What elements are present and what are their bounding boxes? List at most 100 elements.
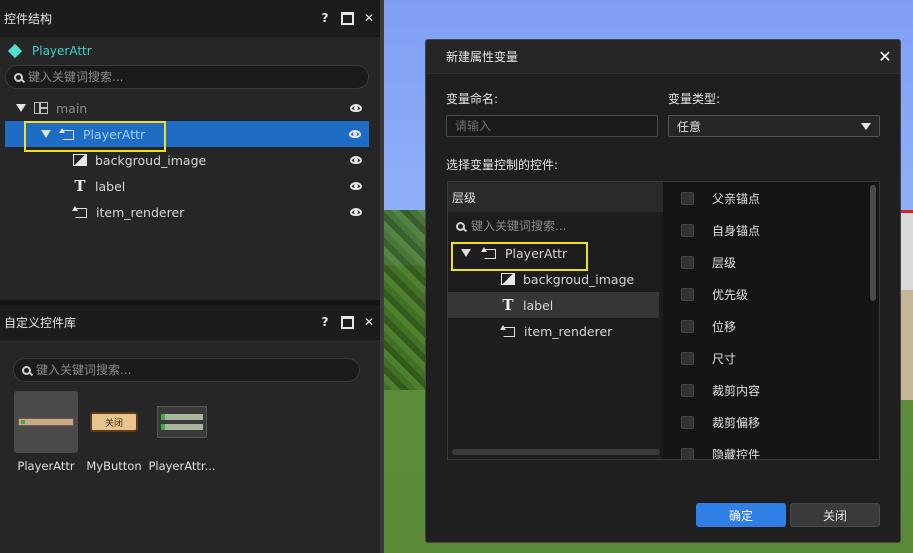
checkbox[interactable] [681,447,694,459]
checkbox[interactable] [681,287,694,301]
tree-row-label: item_renderer [96,204,185,220]
property-row[interactable]: 裁剪内容 [665,374,879,406]
expand-arrow-icon[interactable] [41,130,51,138]
expand-arrow-icon[interactable] [16,104,26,112]
library-item-label: PlayerAttr [17,459,75,473]
library-item-playerattr-list[interactable]: PlayerAttr... [148,391,216,473]
horizontal-scrollbar[interactable] [452,449,660,455]
confirm-button[interactable]: 确定 [696,503,786,527]
library-thumbnail [14,391,78,453]
visibility-eye-icon[interactable] [349,130,361,138]
image-icon [73,154,87,166]
list-thumbnail-icon [157,406,207,438]
picker-tree: PlayerAttr backgroud_image T label item_… [448,240,663,344]
checkbox[interactable] [681,191,694,205]
root-control-row[interactable]: PlayerAttr [0,37,380,65]
control-picker: 层级 PlayerAttr backgroud_image T label [447,181,880,460]
loop-icon [59,128,75,140]
checkbox[interactable] [681,383,694,397]
picker-row-label[interactable]: T label [448,292,659,318]
library-panel-header: 自定义控件库 ? ✕ [0,305,380,340]
library-search[interactable] [13,358,360,382]
variable-name-label: 变量命名: [446,92,499,106]
maximize-button[interactable] [336,311,358,333]
maximize-button[interactable] [336,7,358,29]
checkbox[interactable] [681,415,694,429]
library-item-mybutton[interactable]: 关闭 MyButton [82,391,146,473]
tree-row-label[interactable]: T label [0,173,380,199]
picker-row-playerattr[interactable]: PlayerAttr [448,240,663,266]
picker-row-backgroud-image[interactable]: backgroud_image [448,266,663,292]
property-label: 优先级 [712,287,749,302]
loop-icon [481,247,497,259]
text-icon: T [74,177,86,195]
property-row[interactable]: 尺寸 [665,342,879,374]
property-label: 隐藏控件 [712,447,761,460]
close-button[interactable]: ✕ [358,7,380,29]
expand-arrow-icon[interactable] [461,249,471,257]
hierarchy-search-input[interactable] [28,70,368,84]
checkbox[interactable] [681,319,694,333]
checkbox[interactable] [681,255,694,269]
library-item-label: MyButton [86,459,142,473]
close-button[interactable]: ✕ [358,311,380,333]
tree-row-main[interactable]: main [0,95,380,121]
picker-header: 层级 [448,182,663,212]
button-thumbnail: 关闭 [90,412,138,432]
visibility-eye-icon[interactable] [350,104,362,112]
loop-icon [500,325,516,337]
picker-row-label-text: label [523,297,554,313]
visibility-eye-icon[interactable] [350,182,362,190]
picker-row-item-renderer[interactable]: item_renderer [448,318,663,344]
tree-row-item-renderer[interactable]: item_renderer [0,199,380,225]
new-variable-dialog: 新建属性变量 ✕ 变量命名: 变量类型: 任意 选择变量控制的控件: 层级 Pl… [425,39,901,543]
fence-post [901,290,913,400]
variable-type-select[interactable]: 任意 [668,115,880,137]
help-button[interactable]: ? [314,311,336,333]
variable-name-field[interactable] [446,115,658,137]
root-control-name: PlayerAttr [32,44,92,58]
hierarchy-panel-header: 控件结构 ? ✕ [0,0,380,37]
picker-row-label: item_renderer [524,323,613,339]
tree-row-label: backgroud_image [95,152,207,168]
help-button[interactable]: ? [314,7,336,29]
library-panel-title: 自定义控件库 [4,315,77,330]
tree-row-backgroud-image[interactable]: backgroud_image [0,147,380,173]
cancel-button[interactable]: 关闭 [790,503,880,527]
control-select-label: 选择变量控制的控件: [446,158,559,172]
picker-search[interactable] [448,212,663,240]
tree-row-playerattr[interactable]: PlayerAttr [5,121,369,147]
visibility-eye-icon[interactable] [350,208,362,216]
search-icon [22,365,31,375]
bar-thumbnail-icon [18,418,74,426]
property-label: 位移 [712,319,737,334]
hierarchy-panel-title: 控件结构 [4,11,53,26]
property-row[interactable]: 自身锚点 [665,214,879,246]
property-row[interactable]: 优先级 [665,278,879,310]
property-row[interactable]: 层级 [665,246,879,278]
property-row[interactable]: 位移 [665,310,879,342]
library-search-input[interactable] [36,363,359,377]
dialog-header: 新建属性变量 ✕ [426,40,900,74]
picker-row-label: PlayerAttr [505,245,568,261]
picker-hierarchy: 层级 PlayerAttr backgroud_image T label [448,182,663,459]
hierarchy-search[interactable] [5,65,369,89]
layout-icon [34,102,48,114]
property-row[interactable]: 裁剪偏移 [665,406,879,438]
vertical-scrollbar[interactable] [870,185,876,301]
property-label: 父亲锚点 [712,191,761,206]
checkbox[interactable] [681,223,694,237]
text-icon: T [502,296,514,314]
property-row[interactable]: 隐藏控件 [665,438,879,459]
visibility-eye-icon[interactable] [350,156,362,164]
checkbox[interactable] [681,351,694,365]
property-row[interactable]: 父亲锚点 [665,182,879,214]
picker-row-label: backgroud_image [523,271,635,287]
dialog-close-button[interactable]: ✕ [870,47,900,66]
variable-name-input[interactable] [455,119,657,133]
dialog-title: 新建属性变量 [446,50,519,64]
picker-search-input[interactable] [471,219,651,233]
chevron-down-icon [861,122,871,130]
property-list: 父亲锚点 自身锚点 层级 优先级 位移 尺寸 裁剪内容 裁剪偏移 隐藏控件 [665,182,879,459]
library-item-playerattr[interactable]: PlayerAttr [14,391,78,473]
